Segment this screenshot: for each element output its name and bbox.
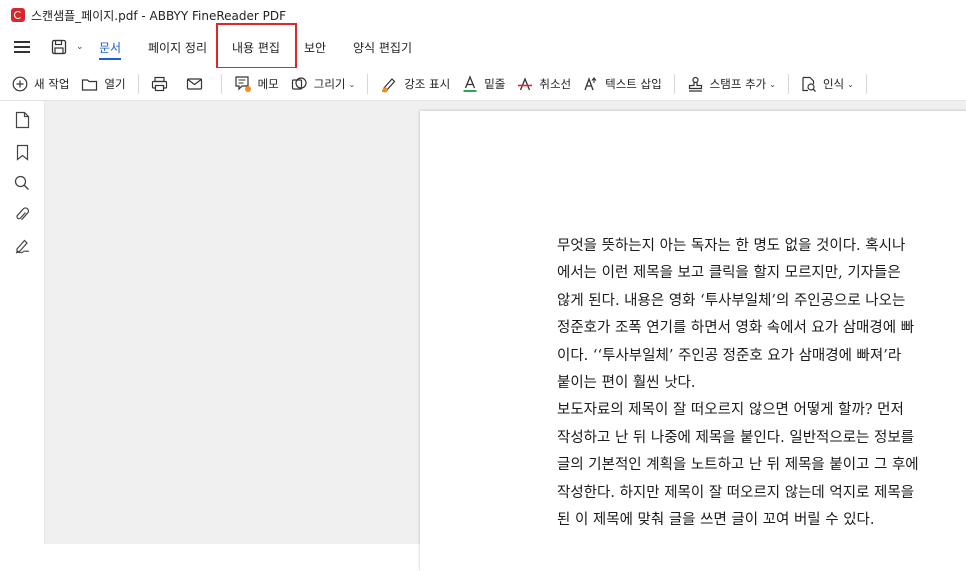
insert-text-icon <box>584 77 597 91</box>
tab-security[interactable]: 보안 <box>304 30 326 64</box>
text-line[interactable]: 이다. ‘‘투사부일체’ 주인공 정준호 요가 삼매경에 빠져’라 <box>557 343 966 370</box>
toolbar-separator <box>865 74 867 94</box>
recognize-button[interactable]: 인식 ⌄ <box>795 70 860 98</box>
text-line[interactable]: 붙이는 편이 훨씬 낫다. <box>557 370 966 397</box>
underline-a-icon <box>463 75 477 92</box>
tab-document[interactable]: 문서 <box>99 30 122 64</box>
stamp-icon <box>688 76 702 92</box>
tab-edit-content[interactable]: 내용 편집 <box>232 30 280 64</box>
add-stamp-button[interactable]: 스탬프 추가 ⌄ <box>681 70 782 98</box>
text-line[interactable]: 작성하고 난 뒤 나중에 제목을 붙인다. 일반적으로는 정보를 <box>557 425 966 452</box>
strikethrough-a-icon <box>518 77 533 91</box>
highlight-button[interactable]: 강조 표시 <box>374 70 456 98</box>
bookmark-icon[interactable] <box>13 143 31 161</box>
menu-bar: ⌄ 문서 페이지 정리 내용 편집 보안 양식 편집기 <box>0 30 966 64</box>
text-line[interactable]: 글의 기본적인 계획을 노트하고 난 뒤 제목을 붙이고 그 후에 <box>557 452 966 479</box>
ocr-search-icon <box>802 76 816 92</box>
print-button[interactable] <box>145 70 180 98</box>
text-line[interactable]: 작성한다. 하지만 제목이 잘 떠오르지 않는데 억지로 제목을 <box>557 480 966 507</box>
document-text[interactable]: 무엇을 뜻하는지 아는 독자는 한 명도 없을 것이다. 혹시나 에서는 이런 제… <box>557 233 966 534</box>
highlighter-icon <box>382 78 396 93</box>
draw-button[interactable]: 그리기 ⌄ <box>285 70 361 98</box>
insert-text-button[interactable]: 텍스트 삽입 <box>577 70 668 98</box>
pages-icon[interactable] <box>13 111 31 129</box>
toolbar: 새 작업 열기 메모 그리기 ⌄ 강조 표시 밑줄 취소선 텍스트 삽입 스탬프 … <box>0 68 966 101</box>
toolbar-separator <box>787 74 789 94</box>
hamburger-menu-icon[interactable] <box>14 41 30 53</box>
envelope-icon <box>186 78 202 90</box>
window-title: 스캔샘플_페이지.pdf - ABBYY FineReader PDF <box>31 8 287 23</box>
recognize-chevron-down-icon: ⌄ <box>847 79 854 89</box>
toolbar-separator <box>673 74 675 94</box>
open-button[interactable]: 열기 <box>75 70 131 98</box>
title-bar: 스캔샘플_페이지.pdf - ABBYY FineReader PDF <box>0 0 966 30</box>
text-line[interactable]: 보도자료의 제목이 잘 떠오르지 않으면 어떻게 할까? 먼저 <box>557 397 966 424</box>
search-icon[interactable] <box>13 174 31 192</box>
tab-form-editor[interactable]: 양식 편집기 <box>353 30 412 64</box>
text-line[interactable]: 에서는 이런 제목을 보고 클릭을 할지 모르지만, 기자들은 <box>557 260 966 287</box>
memo-button[interactable]: 메모 <box>228 70 285 98</box>
shapes-icon <box>291 76 307 90</box>
memo-icon <box>234 76 251 92</box>
text-line[interactable]: 않게 된다. 내용은 영화 ‘투사부일체’의 주인공으로 나오는 <box>557 288 966 315</box>
stamp-chevron-down-icon: ⌄ <box>769 79 776 89</box>
text-line[interactable]: 정준호가 조폭 연기를 하면서 영화 속에서 요가 삼매경에 빠 <box>557 315 966 342</box>
save-dropdown-chevron-icon[interactable]: ⌄ <box>76 42 84 52</box>
toolbar-separator <box>367 74 369 94</box>
left-sidebar <box>0 101 45 544</box>
toolbar-separator <box>220 74 222 94</box>
printer-icon <box>151 76 167 92</box>
plus-circle-icon <box>12 76 28 92</box>
text-line[interactable]: 된 이 제목에 맞춰 글을 쓰면 글이 꼬여 버릴 수 있다. <box>557 507 966 534</box>
folder-icon <box>82 78 98 91</box>
underline-button[interactable]: 밑줄 <box>456 70 511 98</box>
text-line[interactable]: 무엇을 뜻하는지 아는 독자는 한 명도 없을 것이다. 혹시나 <box>557 233 966 260</box>
draw-chevron-down-icon: ⌄ <box>348 79 356 89</box>
toolbar-separator <box>137 74 139 94</box>
attachment-icon[interactable] <box>13 205 31 223</box>
abbyy-logo-icon <box>11 8 25 22</box>
save-icon[interactable] <box>50 38 68 56</box>
tab-organize-pages[interactable]: 페이지 정리 <box>148 30 207 64</box>
signature-icon[interactable] <box>13 236 31 254</box>
strikethrough-button[interactable]: 취소선 <box>511 70 577 98</box>
email-button[interactable] <box>180 70 215 98</box>
new-task-button[interactable]: 새 작업 <box>6 70 75 98</box>
